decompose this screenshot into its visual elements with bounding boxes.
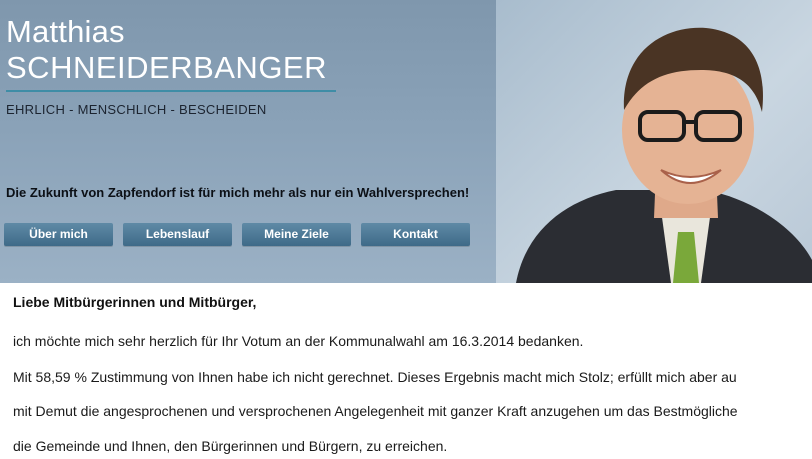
name-underline <box>6 90 336 92</box>
nav-lebenslauf-button[interactable]: Lebenslauf <box>123 223 232 246</box>
portrait-illustration <box>516 27 812 283</box>
candidate-last-name: SCHNEIDERBANGER <box>6 50 327 85</box>
candidate-first-name: Matthias <box>6 14 125 49</box>
greeting-heading: Liebe Mitbürgerinnen und Mitbürger, <box>13 294 257 310</box>
nav-kontakt-button[interactable]: Kontakt <box>361 223 470 246</box>
main-nav: Über mich Lebenslauf Meine Ziele Kontakt <box>4 223 470 246</box>
candidate-portrait <box>496 0 812 283</box>
slogan: EHRLICH - MENSCHLICH - BESCHEIDEN <box>6 102 267 117</box>
paragraph-line: die Gemeinde und Ihnen, den Bürgerinnen … <box>13 438 448 454</box>
tagline: Die Zukunft von Zapfendorf ist für mich … <box>6 185 470 200</box>
nav-ueber-mich-button[interactable]: Über mich <box>4 223 113 246</box>
main-content: Liebe Mitbürgerinnen und Mitbürger, ich … <box>0 283 812 459</box>
paragraph-line: mit Demut die angesprochenen und verspro… <box>13 403 738 419</box>
paragraph-line: Mit 58,59 % Zustimmung von Ihnen habe ic… <box>13 369 737 385</box>
site-header: Matthias SCHNEIDERBANGER EHRLICH - MENSC… <box>0 0 812 283</box>
paragraph-line: ich möchte mich sehr herzlich für Ihr Vo… <box>13 333 584 349</box>
nav-meine-ziele-button[interactable]: Meine Ziele <box>242 223 351 246</box>
